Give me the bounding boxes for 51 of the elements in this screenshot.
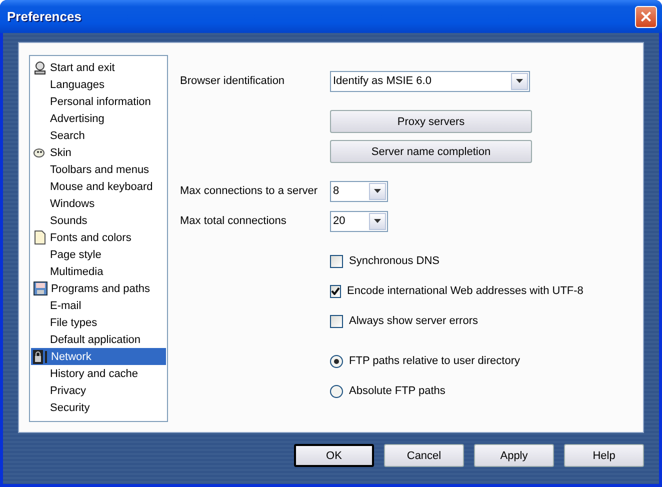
category-item[interactable]: Advertising (31, 110, 166, 127)
category-item[interactable]: Personal information (31, 93, 166, 110)
caret-icon (374, 219, 381, 223)
category-item[interactable]: Security (31, 399, 166, 416)
checkbox-label: Encode international Web addresses with UTF-8 (347, 285, 584, 297)
checkmark-icon (331, 287, 340, 295)
checkbox[interactable] (330, 284, 341, 298)
category-item[interactable]: Multimedia (31, 263, 166, 280)
radio-button[interactable] (330, 354, 343, 368)
category-item[interactable]: Sounds (31, 212, 166, 229)
category-item[interactable]: Page style (31, 246, 166, 263)
checkbox[interactable] (330, 314, 343, 328)
caret-icon (516, 79, 523, 83)
category-item[interactable]: Mouse and keyboard (31, 178, 166, 195)
dialog-button[interactable]: Cancel (384, 444, 464, 467)
category-item[interactable]: History and cache (31, 365, 166, 382)
category-item[interactable]: Fonts and colors (31, 229, 166, 246)
category-item[interactable]: Programs and paths (31, 280, 166, 297)
browser-identification-dropdown[interactable]: Identify as MSIE 6.0 (330, 70, 530, 92)
category-item[interactable]: Privacy (31, 382, 166, 399)
category-item[interactable]: Languages (31, 76, 166, 93)
checkbox-label: Always show server errors (349, 315, 478, 327)
field-label: Browser identification (180, 75, 286, 87)
padlock-icon (33, 350, 48, 364)
checkbox[interactable] (330, 254, 343, 268)
dialog-button[interactable]: Help (564, 444, 644, 467)
category-item[interactable]: E-mail (31, 297, 166, 314)
field-label: Max total connections (180, 215, 288, 227)
radio-button[interactable] (330, 384, 343, 398)
settings-button[interactable]: Server name completion (330, 140, 532, 163)
category-item[interactable]: Toolbars and menus (31, 161, 166, 178)
category-item[interactable]: File types (31, 314, 166, 331)
caret-icon (374, 189, 381, 193)
category-item[interactable]: Start and exit (31, 59, 166, 76)
radio-label: FTP paths relative to user directory (349, 355, 520, 367)
category-item[interactable]: Default application (31, 331, 166, 348)
category-item[interactable]: Skin (31, 144, 166, 161)
checkbox-label: Synchronous DNS (349, 255, 440, 267)
dialog-button[interactable]: OK (294, 444, 374, 467)
max-connections-dropdown[interactable]: 8 (330, 180, 388, 202)
person-icon (33, 60, 47, 74)
total-connections-dropdown[interactable]: 20 (330, 210, 388, 232)
category-item[interactable]: Search (31, 127, 166, 144)
window-title: Preferences (7, 9, 82, 24)
radio-label: Absolute FTP paths (349, 385, 446, 397)
category-item[interactable]: Network (31, 348, 166, 365)
field-label: Max connections to a server (180, 185, 319, 197)
category-item[interactable]: Windows (31, 195, 166, 212)
settings-button[interactable]: Proxy servers (330, 110, 532, 133)
dialog-button[interactable]: Apply (474, 444, 554, 467)
document-icon (33, 230, 47, 245)
